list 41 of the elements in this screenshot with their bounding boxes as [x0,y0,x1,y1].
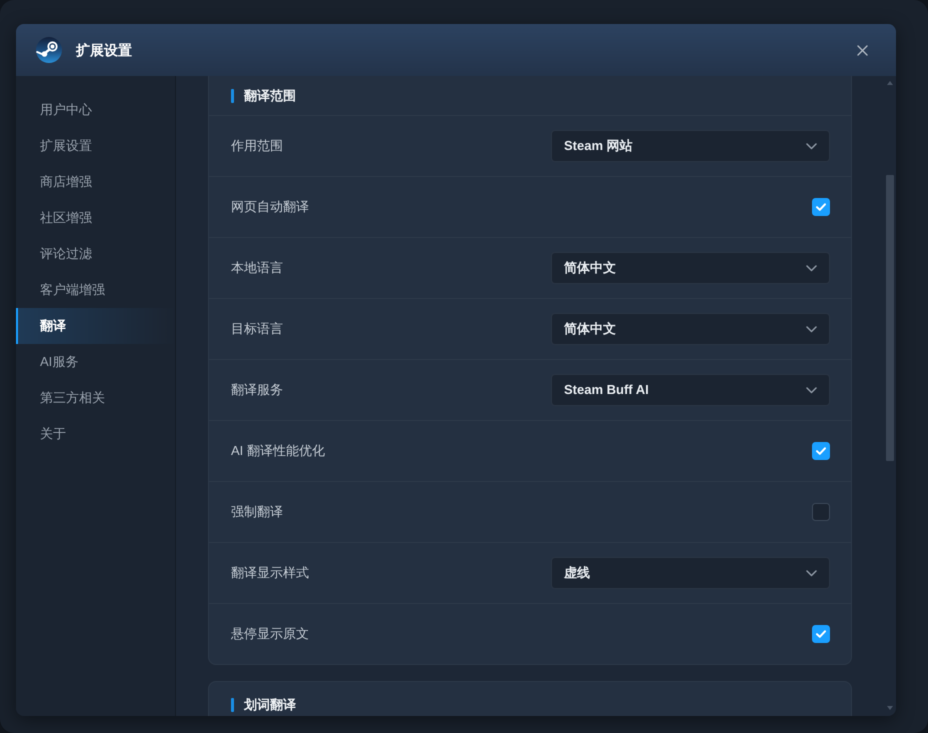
chevron-down-icon [806,570,817,576]
chevron-down-icon [806,326,817,332]
scrollbar-thumb[interactable] [886,175,894,461]
setting-label: 本地语言 [231,259,283,278]
sidebar-item[interactable]: 用户中心 [16,92,175,128]
app-logo-icon [36,37,62,63]
dropdown-select[interactable]: 简体中文 [551,313,830,345]
sidebar-item[interactable]: 扩展设置 [16,128,175,164]
setting-label: 翻译显示样式 [231,564,309,582]
dropdown-select[interactable]: 虚线 [551,557,830,589]
section-title: 划词翻译 [244,696,296,714]
dropdown-select[interactable]: 简体中文 [551,252,830,284]
sidebar-item[interactable]: 商店增强 [16,164,175,200]
checkbox[interactable] [812,198,830,216]
checkbox[interactable] [812,503,830,521]
chevron-down-icon [806,264,817,272]
setting-label: 作用范围 [231,137,283,156]
chevron-down-icon [806,386,817,394]
checkbox[interactable] [812,625,830,643]
dialog-title: 扩展设置 [76,40,132,60]
sidebar-item[interactable]: 关于 [16,416,175,452]
setting-label: 悬停显示原文 [231,625,309,644]
setting-label: 强制翻译 [231,503,283,522]
dropdown-select[interactable]: Steam 网站 [551,130,830,162]
section-title: 翻译范围 [244,87,296,106]
close-icon [857,44,868,56]
close-button[interactable] [855,42,870,58]
sidebar-item[interactable]: 社区增强 [16,200,175,236]
setting-label: AI 翻译性能优化 [231,442,325,460]
sidebar-item[interactable]: 第三方相关 [16,380,175,416]
setting-label: 目标语言 [231,320,283,338]
setting-label: 翻译服务 [231,381,283,400]
section-marker-icon [231,89,234,103]
sidebar-item[interactable]: 评论过滤 [16,236,175,272]
dropdown-select[interactable]: Steam Buff AI [551,374,830,406]
sidebar-item[interactable]: AI服务 [16,344,175,380]
setting-label: 网页自动翻译 [231,198,309,216]
chevron-down-icon [806,142,817,150]
checkbox[interactable] [812,442,830,460]
sidebar-item[interactable]: 客户端增强 [16,272,175,308]
section-marker-icon [231,698,234,712]
